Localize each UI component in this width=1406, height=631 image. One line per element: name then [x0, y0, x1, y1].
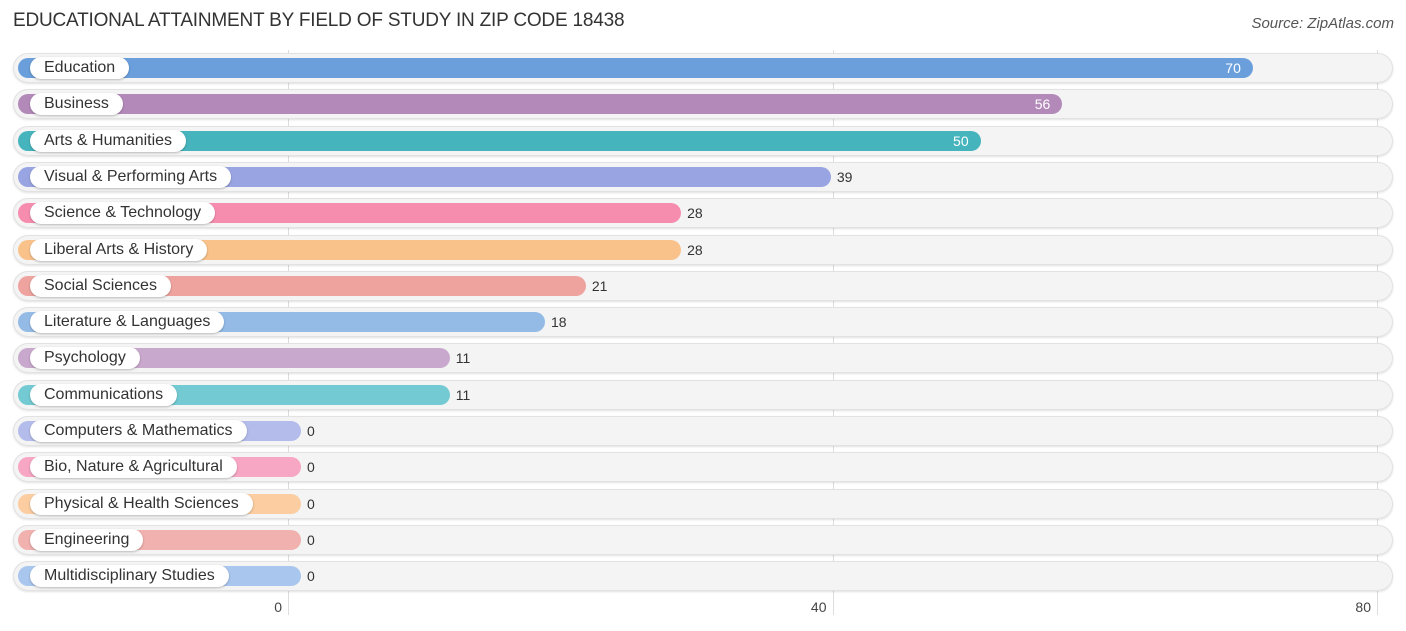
- value-label: 50: [953, 132, 969, 149]
- value-label: 28: [687, 205, 703, 222]
- value-label: 0: [307, 495, 315, 512]
- bar-chart: 0 40 80 Education 70 Business 56 Arts & Humanit…: [0, 0, 1406, 631]
- value-label: 18: [551, 314, 567, 331]
- value-label: 0: [307, 423, 315, 439]
- bar[interactable]: [18, 58, 1253, 78]
- value-label: 0: [307, 459, 315, 476]
- category-label: Multidisciplinary Studies: [30, 565, 229, 588]
- value-label: 11: [455, 350, 471, 367]
- x-tick-label: 0: [274, 599, 282, 615]
- value-label: 0: [307, 531, 315, 548]
- value-label: 28: [687, 241, 703, 258]
- category-label: Business: [30, 93, 123, 116]
- category-label: Literature & Languages: [30, 311, 225, 334]
- value-label: 56: [1034, 96, 1051, 113]
- category-label: Visual & Performing Arts: [30, 165, 232, 188]
- category-label: Education: [30, 57, 130, 79]
- category-label: Social Sciences: [30, 274, 171, 297]
- x-tick-label: 80: [1355, 599, 1371, 615]
- value-label: 70: [1225, 60, 1241, 76]
- category-label: Communications: [30, 383, 178, 406]
- value-label: 0: [307, 568, 315, 585]
- category-label: Arts & Humanities: [30, 129, 187, 152]
- value-label: 21: [591, 277, 608, 294]
- x-tick-label: 40: [810, 599, 827, 615]
- category-label: Science & Technology: [30, 202, 216, 225]
- category-label: Bio, Nature & Agricultural: [30, 456, 237, 479]
- category-label: Physical & Health Sciences: [30, 492, 253, 515]
- category-label: Engineering: [30, 528, 144, 551]
- bar[interactable]: [18, 94, 1063, 115]
- category-label: Computers & Mathematics: [30, 420, 247, 442]
- value-label: 11: [455, 386, 471, 403]
- value-label: 39: [836, 168, 853, 185]
- category-label: Psychology: [30, 347, 140, 370]
- category-label: Liberal Arts & History: [30, 238, 208, 261]
